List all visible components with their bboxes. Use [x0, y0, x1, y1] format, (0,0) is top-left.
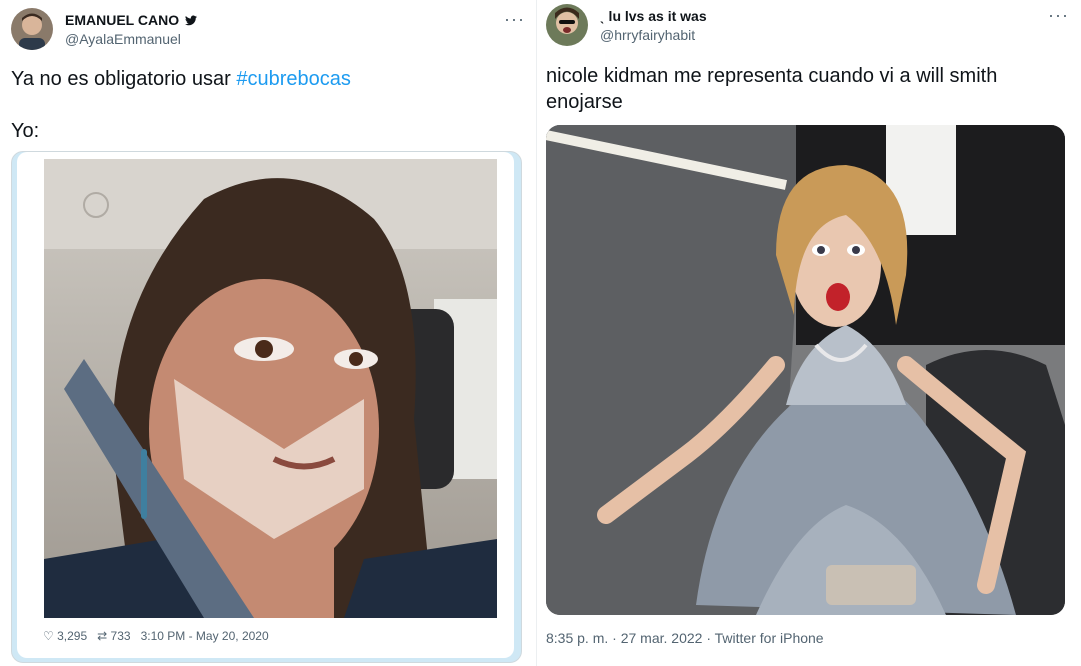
tweet-text: nicole kidman me representa cuando vi a …	[546, 65, 998, 113]
tweet-meta: 8:35 p. m. · 27 mar. 2022 · Twitter for …	[546, 630, 824, 646]
user-handle[interactable]: @hrryfairyhabit	[600, 27, 695, 43]
retweet-count: 733	[110, 629, 131, 643]
tweet-photo[interactable]	[546, 125, 1065, 615]
retweet-icon: ⇄	[97, 629, 108, 643]
tweet-source[interactable]: Twitter for iPhone	[715, 630, 824, 646]
timestamp-time[interactable]: 8:35 p. m.	[546, 630, 608, 646]
like-count: 3,295	[57, 629, 88, 643]
heart-icon: ♡	[43, 629, 54, 643]
user-name[interactable]: EMANUEL CANO	[65, 12, 197, 29]
timestamp-date[interactable]: 27 mar. 2022	[621, 630, 703, 646]
column-divider	[536, 0, 537, 666]
user-handle[interactable]: @AyalaEmmanuel	[65, 31, 181, 47]
avatar[interactable]	[546, 4, 588, 46]
quoted-tweet-inner: ♡ 3,295 ⇄ 733 3:10 PM - May 20, 2020	[17, 152, 514, 658]
tweet-text: Ya no es obligatorio usar #cubrebocas	[11, 68, 351, 90]
avatar[interactable]	[11, 8, 53, 50]
more-options-icon[interactable]: ···	[1048, 6, 1069, 24]
tweet-photo[interactable]	[44, 159, 497, 618]
tweet-actions: ♡ 3,295 ⇄ 733 3:10 PM - May 20, 2020	[43, 629, 269, 643]
tweet-text-line2: Yo:	[11, 120, 40, 142]
quoted-tweet-card[interactable]: ♡ 3,295 ⇄ 733 3:10 PM - May 20, 2020	[11, 151, 522, 663]
more-options-icon[interactable]: ···	[504, 10, 525, 28]
timestamp[interactable]: 3:10 PM - May 20, 2020	[141, 629, 269, 643]
like-button[interactable]: ♡ 3,295	[43, 629, 87, 643]
twitter-bird-icon	[184, 13, 197, 29]
user-name[interactable]: ˎ lu lvs as it was	[600, 8, 707, 24]
retweet-button[interactable]: ⇄ 733	[97, 629, 130, 643]
hashtag-link[interactable]: #cubrebocas	[236, 68, 351, 90]
